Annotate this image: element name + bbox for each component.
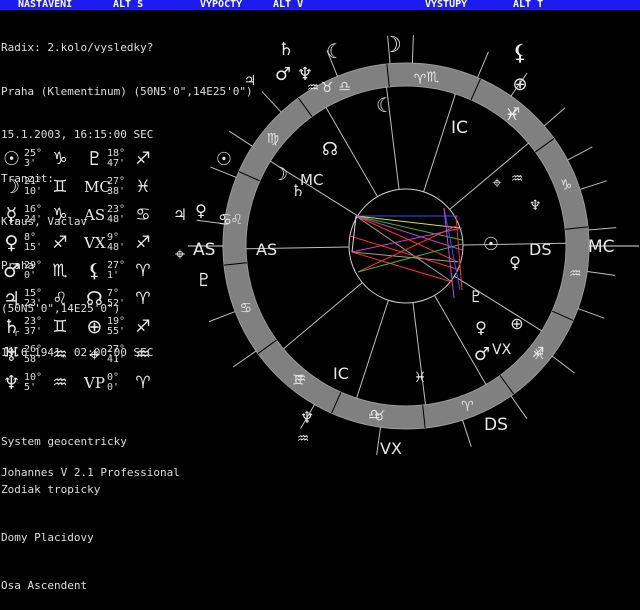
planet-glyph-icon: ♋ [218,210,232,229]
outer-vx-label: VX [380,439,402,458]
setting-zodiac: Zodiak tropicky [1,483,101,496]
planet-glyph-icon: ♎ [368,407,381,423]
planet-glyph-icon: ♇ [196,270,212,291]
ring-sign-icon: ♏ [427,70,440,86]
planet-glyph-icon: ☽ [272,164,288,185]
planet-glyph-icon: ♒ [294,371,307,387]
planet-glyph-icon: ♄ [278,39,294,60]
planet-glyph-icon: ♀ [509,253,521,272]
planet-glyph-icon: ♒ [307,80,320,96]
planet-glyph-icon: ♂ [474,344,490,365]
outer-planet-tick [208,311,236,323]
planet-glyph-icon: ♈ [414,72,427,88]
outer-planet-tick [577,308,605,319]
ring-sign-icon: ♈ [461,399,474,415]
inner-dsc-label: DS [529,240,551,259]
planet-glyph-icon: ♂ [275,64,291,85]
house-cusp-line [423,93,456,192]
house-cusp-line [356,300,389,399]
house-cusp-line [412,302,426,405]
ring-sign-icon: ♑ [560,178,573,194]
planet-glyph-icon: ♆ [529,198,542,214]
house-cusp-line [434,295,487,385]
outer-planet-tick [232,350,257,368]
aspect-line [355,215,459,263]
planet-glyph-icon: ☾ [326,39,344,63]
outer-mc-label: MC [588,237,615,257]
outer-planet-tick [587,270,616,276]
outer-planet-tick [411,35,414,64]
outer-planet-tick [510,395,528,420]
planet-glyph-icon: ♒ [511,171,524,187]
planet-glyph-icon: ♉ [321,80,334,96]
planet-glyph-icon: ♀ [195,201,207,220]
ring-sign-icon: ♎ [338,79,351,95]
horoscope-wheel: ♋♊♉♈♓♒♑♐♏♎♍♌ AS MCICDSVXAS DSMCICVX☉♄♂♃ ♆♒☾… [173,33,639,458]
setting-axis: Osa Ascendent [1,579,88,592]
aspect-circle [348,188,464,304]
outer-planet-tick [462,419,472,447]
planet-glyph-icon: ☾ [376,93,394,117]
outer-planet-tick [261,91,282,113]
outer-planet-tick [228,130,253,147]
planet-glyph-icon: ☽ [382,33,402,58]
planet-glyph-icon: ☊ [322,139,338,160]
zodiac-ring [223,63,589,429]
planet-glyph-icon: ♀ [475,318,487,337]
planet-glyph-icon: ♄ [291,181,305,200]
aspect-line [351,215,357,253]
planet-glyph-icon: ⌖ [175,244,185,265]
outer-planet-tick [551,355,575,374]
planet-glyph-icon: ☉ [483,234,499,255]
planet-glyph-icon: ⚸ [512,41,528,66]
outer-planet-tick [543,107,566,127]
planet-glyph-icon: ♇ [469,287,483,306]
planet-glyph-icon: ♃ [173,205,187,224]
aspect-line [357,225,457,273]
inner-vx-label: VX [492,342,512,358]
planet-glyph-icon: ⌖ [492,173,501,192]
ring-sign-icon: ♌ [230,212,243,228]
planet-glyph-icon: ♆ [300,408,314,427]
ring-sign-icon: ♒ [569,266,582,282]
ring-sign-icon: ♍ [266,131,279,147]
inner-ic-label: IC [333,364,349,383]
outer-planet-tick [477,51,489,78]
planet-glyph-icon: ☉ [216,149,232,170]
outer-planet-tick [588,227,617,231]
outer-asc-label: AS [193,240,215,260]
zodiac-ring-inner-edge [245,85,567,407]
outer-dsc-label: DS [484,415,508,435]
planet-glyph-icon: ♓ [414,370,427,386]
house-cusp-line [283,282,363,350]
planet-glyph-icon: ⊕ [510,314,523,333]
house-cusp-line [454,275,542,332]
ring-sign-icon: ♋ [240,300,253,316]
inner-asc-label: AS [256,240,277,259]
setting-houses: Domy Placidovy [1,531,94,544]
planet-glyph-icon: ♐ [532,345,545,361]
planet-glyph-icon: ♃ [244,73,257,89]
outer-planet-tick [567,146,593,161]
planet-glyph-icon: ⊕ [512,74,527,95]
planet-glyph-icon: ♒ [297,431,310,447]
outer-ic-label: IC [451,118,468,138]
outer-planet-tick [579,180,607,190]
planet-glyph-icon: ♓ [505,105,519,124]
